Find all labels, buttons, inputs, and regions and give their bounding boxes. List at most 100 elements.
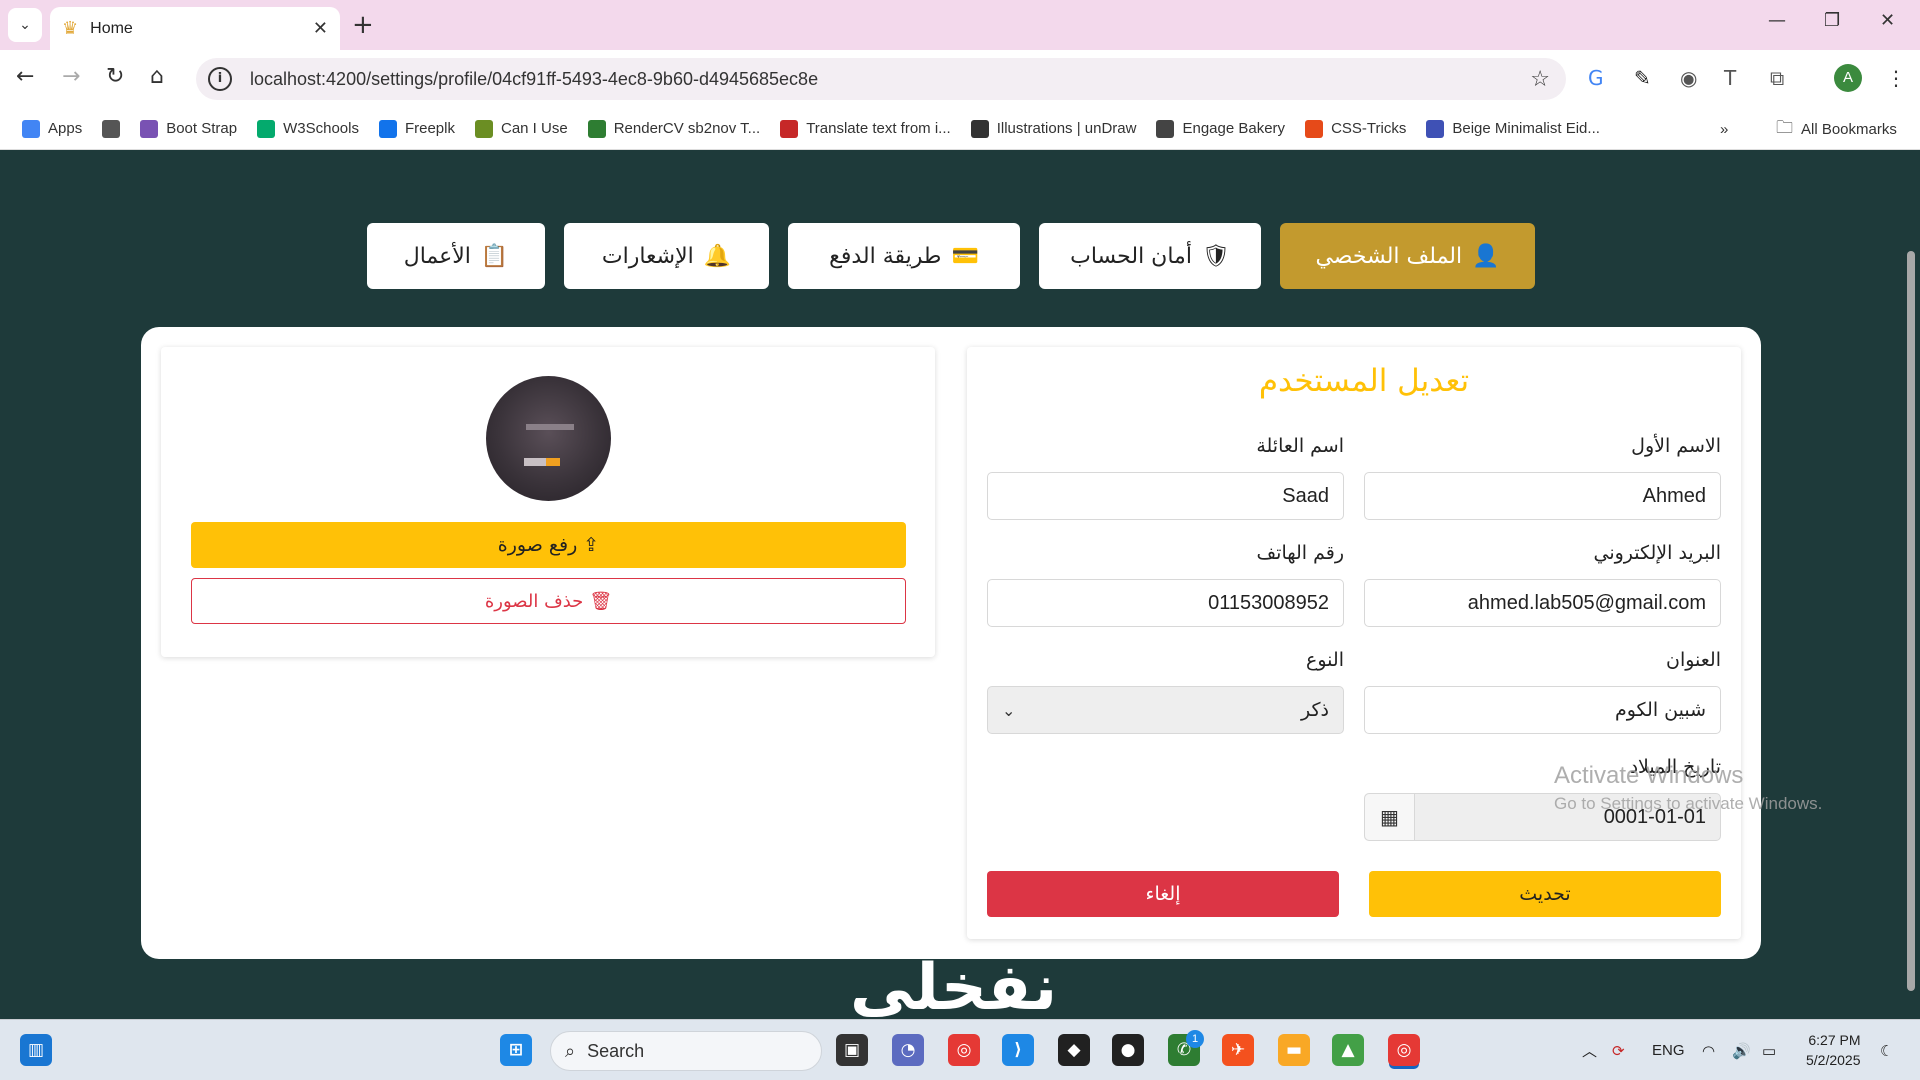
minimize-icon[interactable]: —	[1768, 10, 1786, 31]
teams-chat-icon[interactable]: ◔	[892, 1034, 924, 1066]
browser-menu-icon[interactable]: ⋮	[1886, 66, 1906, 90]
task-view-icon[interactable]: ▣	[836, 1034, 868, 1066]
clipboard-check-icon: 📋	[480, 243, 509, 269]
update-button[interactable]: تحديث	[1369, 871, 1721, 917]
profile-avatar[interactable]: A	[1834, 64, 1862, 92]
postman-icon[interactable]: ✈	[1222, 1034, 1254, 1066]
settings-tab[interactable]: 📋 الأعمال	[367, 223, 545, 289]
bookmark-item[interactable]: Engage Bakery	[1156, 119, 1285, 138]
volume-icon[interactable]: 🔊	[1732, 1020, 1751, 1080]
upload-photo-button[interactable]: ⇪ رفع صورة	[191, 522, 906, 568]
csstricks-icon	[1305, 119, 1324, 138]
bookmark-item[interactable]: Boot Strap	[140, 119, 237, 138]
address-label: العنوان	[1665, 649, 1721, 671]
bookmark-label: Illustrations | unDraw	[996, 120, 1137, 137]
bookmark-label: CSS-Tricks	[1331, 120, 1407, 137]
language-indicator[interactable]: ENG	[1652, 1020, 1685, 1080]
last-name-input[interactable]: Saad	[987, 472, 1344, 520]
screenshot-extension-icon[interactable]: ◉	[1680, 66, 1697, 90]
tab-search-dropdown-icon[interactable]: ⌄	[8, 8, 42, 42]
new-tab-plus-icon[interactable]: +	[352, 10, 374, 40]
settings-tab[interactable]: 🔔 الإشعارات	[564, 223, 769, 289]
close-tab-icon[interactable]: ✕	[313, 18, 328, 39]
url-text[interactable]: localhost:4200/settings/profile/04cf91ff…	[250, 69, 1530, 90]
bookmark-item[interactable]: Translate text from i...	[780, 119, 951, 138]
extensions-puzzle-icon[interactable]: ⧉	[1770, 66, 1784, 90]
battery-icon[interactable]: ▭	[1762, 1020, 1776, 1080]
settings-tab[interactable]: 💳 طريقة الدفع	[788, 223, 1020, 289]
watermark-line2: Go to Settings to activate Windows.	[1554, 794, 1823, 813]
address-input[interactable]: شبين الكوم	[1364, 686, 1721, 734]
bookmark-item[interactable]: Beige Minimalist Eid...	[1426, 119, 1600, 138]
calendar-icon[interactable]: ▦	[1365, 794, 1415, 840]
reload-icon[interactable]: ↻	[106, 64, 124, 89]
bookmark-item[interactable]: Apps	[22, 119, 83, 138]
notifications-moon-icon[interactable]: ☾	[1880, 1020, 1893, 1080]
page-scrollbar[interactable]	[1902, 151, 1920, 1019]
sync-icon[interactable]: ⟳	[1612, 1020, 1625, 1080]
browser-tab-home[interactable]: ♛ Home ✕	[50, 7, 340, 50]
bookmark-item[interactable]: W3Schools	[257, 119, 359, 138]
bookmark-label: Freeplk	[404, 120, 455, 137]
gender-select[interactable]: ⌄ ذكر	[987, 686, 1344, 734]
settings-tab[interactable]: 🛡 أمان الحساب	[1039, 223, 1261, 289]
bookmark-item[interactable]: Can I Use	[475, 119, 568, 138]
clock-date: 5/2/2025	[1806, 1052, 1861, 1068]
file-explorer-icon[interactable]: ▬	[1278, 1034, 1310, 1066]
restore-window-icon[interactable]: ❐	[1824, 10, 1840, 31]
apps-grid-icon	[22, 119, 40, 138]
all-bookmarks[interactable]: 🗀 All Bookmarks	[1776, 108, 1897, 150]
search-icon: ⌕	[565, 1040, 576, 1061]
more-bookmarks-chevron-icon[interactable]: »	[1720, 108, 1728, 150]
taskbar-clock[interactable]: 6:27 PM 5/2/2025	[1806, 1030, 1861, 1070]
phone-input[interactable]: 01153008952	[987, 579, 1344, 627]
upload-icon: ⇪	[583, 534, 600, 556]
back-arrow-icon[interactable]: ←	[16, 64, 34, 89]
settings-tab[interactable]: 👤 الملف الشخصي	[1280, 223, 1535, 289]
bookmarks-bar: Apps Boot Strap W3Schools Freeplk Can I Use R…	[0, 108, 1920, 150]
bookmark-item[interactable]	[102, 119, 121, 138]
canva-icon	[1426, 119, 1445, 138]
scrollbar-thumb[interactable]	[1907, 251, 1915, 991]
chrome-icon[interactable]: ◎	[948, 1034, 980, 1066]
settings-tabs: 📋 الأعمال 🔔 الإشعارات 💳 طريقة الدفع 🛡 أمان الحس…	[367, 223, 1535, 289]
wifi-icon[interactable]: ◠	[1702, 1020, 1715, 1080]
figma-icon[interactable]: ◆	[1058, 1034, 1090, 1066]
tray-overflow-chevron-icon[interactable]: ︿	[1582, 1020, 1597, 1080]
browser-tab-strip: ⌄ ♛ Home ✕ + — ❐ ✕	[0, 0, 1920, 50]
bookmark-label: Can I Use	[501, 120, 568, 137]
clock-time: 6:27 PM	[1808, 1032, 1861, 1048]
email-input[interactable]: ahmed.lab505@gmail.com	[1364, 579, 1721, 627]
text-extension-icon[interactable]: T	[1724, 66, 1736, 90]
close-window-icon[interactable]: ✕	[1880, 10, 1895, 31]
bookmark-item[interactable]: Illustrations | unDraw	[970, 119, 1137, 138]
widgets-icon[interactable]: ▥	[20, 1034, 52, 1066]
bell-icon: 🔔	[703, 243, 732, 269]
home-icon[interactable]: ⌂	[150, 64, 164, 89]
cancel-button[interactable]: إلغاء	[987, 871, 1339, 917]
address-bar[interactable]: i localhost:4200/settings/profile/04cf91…	[196, 58, 1566, 100]
gender-selected-value: ذكر	[1301, 699, 1329, 721]
bookmark-label: Apps	[48, 120, 83, 137]
google-translate-extension-icon[interactable]: G	[1588, 66, 1604, 90]
forward-arrow-icon[interactable]: →	[62, 64, 80, 89]
tab-favicon-icon: ♛	[62, 18, 79, 39]
color-picker-extension-icon[interactable]: ✎	[1634, 66, 1651, 90]
vscode-icon[interactable]: ⟩	[1002, 1034, 1034, 1066]
bookmark-item[interactable]: CSS-Tricks	[1305, 119, 1407, 138]
delete-photo-label: حذف الصورة	[484, 590, 584, 612]
github-icon[interactable]: ●	[1112, 1034, 1144, 1066]
email-label: البريد الإلكتروني	[1593, 542, 1722, 564]
delete-photo-button[interactable]: 🗑 حذف الصورة	[191, 578, 906, 624]
bookmark-item[interactable]: Freeplk	[378, 119, 455, 138]
chrome-active-icon[interactable]: ◎	[1388, 1034, 1420, 1066]
windows-start-icon[interactable]: ⊞	[500, 1034, 532, 1066]
first-name-label: الاسم الأول	[1631, 435, 1721, 457]
taskbar-search[interactable]: ⌕ Search	[550, 1031, 822, 1071]
google-drive-icon[interactable]: ▲	[1332, 1034, 1364, 1066]
bookmark-star-icon[interactable]: ☆	[1530, 67, 1550, 92]
settings-tab-label: الإشعارات	[601, 243, 694, 269]
site-info-icon[interactable]: i	[208, 67, 232, 91]
first-name-input[interactable]: Ahmed	[1364, 472, 1721, 520]
bookmark-item[interactable]: RenderCV sb2nov T...	[587, 119, 760, 138]
